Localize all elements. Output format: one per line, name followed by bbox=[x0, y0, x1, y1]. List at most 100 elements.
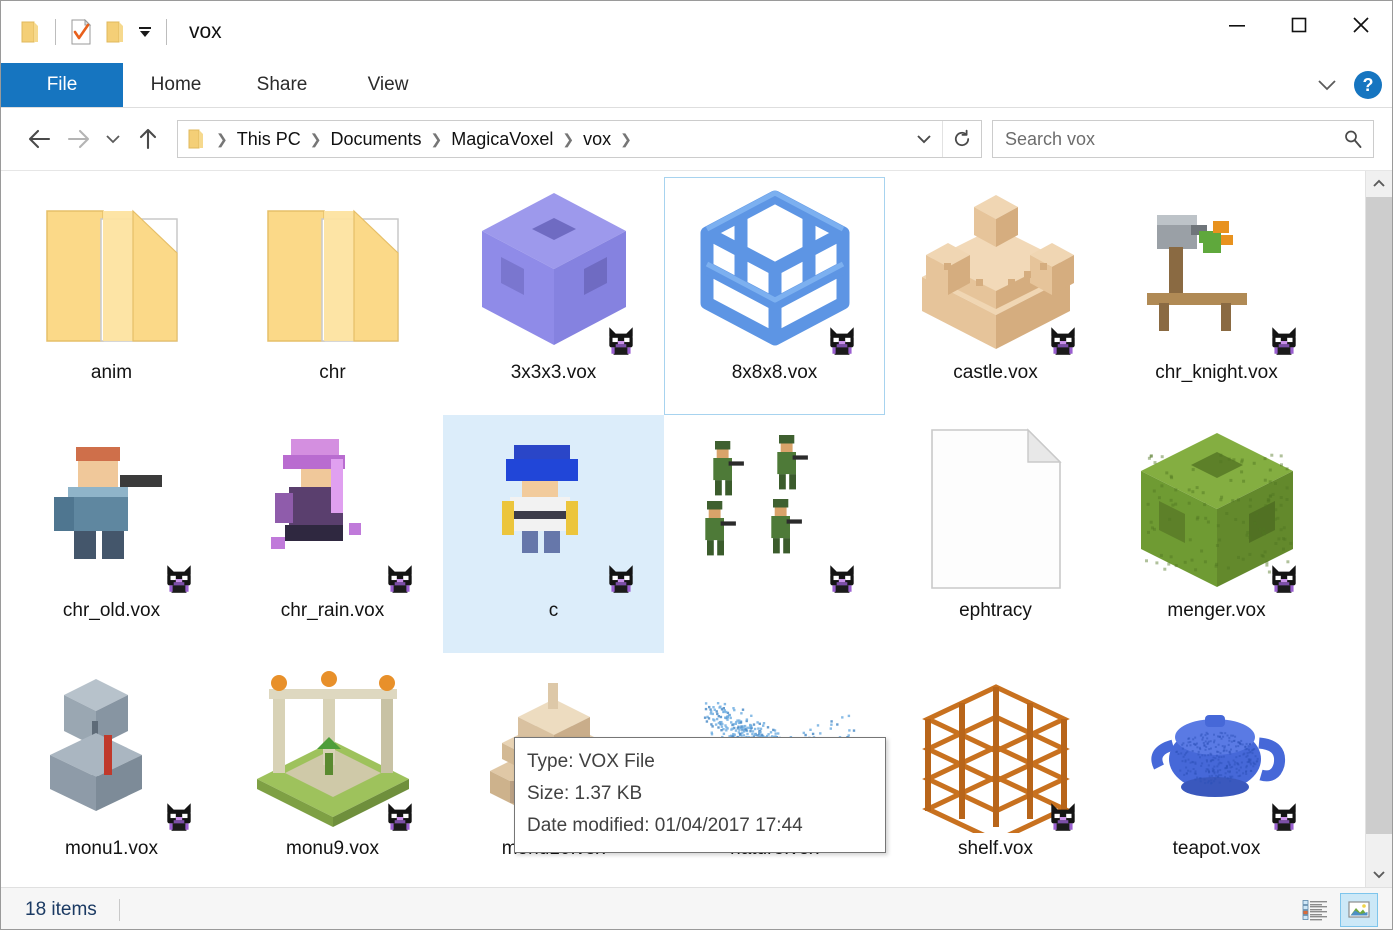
file-item[interactable]: chr_knight.vox bbox=[1106, 177, 1327, 415]
address-bar: ❯ This PC ❯ Documents ❯ MagicaVoxel ❯ vo… bbox=[1, 108, 1392, 170]
tab-share[interactable]: Share bbox=[229, 63, 335, 107]
file-item[interactable] bbox=[664, 415, 885, 653]
breadcrumb-chevron-icon-0[interactable]: ❯ bbox=[212, 132, 232, 146]
breadcrumb-item-0[interactable]: This PC bbox=[232, 129, 306, 150]
tooltip-date: Date modified: 01/04/2017 17:44 bbox=[527, 810, 875, 842]
cat-overlay-icon bbox=[1046, 800, 1080, 834]
view-mode-buttons bbox=[1296, 888, 1378, 930]
search-box[interactable] bbox=[992, 120, 1374, 158]
file-name-label: shelf.vox bbox=[958, 838, 1033, 860]
file-item[interactable]: menger.vox bbox=[1106, 415, 1327, 653]
cat-overlay-icon bbox=[162, 800, 196, 834]
file-item[interactable]: c bbox=[443, 415, 664, 653]
status-separator bbox=[119, 899, 120, 921]
breadcrumb-item-3[interactable]: vox bbox=[578, 129, 616, 150]
file-name-label: chr_old.vox bbox=[63, 600, 160, 622]
breadcrumb-chevron-icon-1[interactable]: ❯ bbox=[306, 132, 326, 146]
cat-overlay-icon bbox=[604, 562, 638, 596]
file-name-label: c bbox=[549, 600, 559, 622]
recent-locations-chevron-down-icon[interactable] bbox=[97, 120, 129, 158]
breadcrumb-chevron-icon-3[interactable]: ❯ bbox=[558, 132, 578, 146]
cat-overlay-icon bbox=[604, 324, 638, 358]
new-folder-icon-button[interactable] bbox=[98, 15, 132, 49]
scrollbar-thumb[interactable] bbox=[1366, 197, 1392, 834]
scroll-up-arrow-icon[interactable] bbox=[1366, 171, 1392, 197]
file-item[interactable]: castle.vox bbox=[885, 177, 1106, 415]
maximize-button[interactable] bbox=[1268, 1, 1330, 49]
folder-icon bbox=[37, 191, 187, 351]
quick-access-dropdown-icon[interactable] bbox=[132, 15, 158, 49]
breadcrumb-chevron-icon-4[interactable]: ❯ bbox=[616, 132, 636, 146]
file-item[interactable]: chr_rain.vox bbox=[222, 415, 443, 653]
file-item[interactable]: teapot.vox bbox=[1106, 653, 1327, 887]
refresh-button[interactable] bbox=[942, 121, 981, 157]
file-thumbnail bbox=[464, 182, 644, 360]
properties-icon-button[interactable] bbox=[64, 15, 98, 49]
file-name-label: chr_knight.vox bbox=[1155, 362, 1278, 384]
cat-overlay-icon bbox=[383, 800, 417, 834]
search-icon[interactable] bbox=[1333, 121, 1373, 157]
blank-file-icon bbox=[928, 426, 1064, 592]
file-thumbnail bbox=[243, 658, 423, 836]
file-item[interactable]: shelf.vox bbox=[885, 653, 1106, 887]
breadcrumb-item-1[interactable]: Documents bbox=[325, 129, 426, 150]
file-item[interactable]: monu1.vox bbox=[1, 653, 222, 887]
minimize-button[interactable] bbox=[1206, 1, 1268, 49]
large-icons-view-button[interactable] bbox=[1340, 893, 1378, 927]
cat-overlay-icon bbox=[162, 562, 196, 596]
tab-home[interactable]: Home bbox=[123, 63, 229, 107]
file-name-label: ephtracy bbox=[959, 600, 1032, 622]
search-input[interactable] bbox=[993, 129, 1333, 150]
tab-file[interactable]: File bbox=[1, 63, 123, 107]
file-name-label: chr_rain.vox bbox=[281, 600, 385, 622]
scrollbar-track[interactable] bbox=[1366, 197, 1392, 861]
file-item[interactable]: 3x3x3.vox bbox=[443, 177, 664, 415]
file-name-label: teapot.vox bbox=[1173, 838, 1261, 860]
file-thumbnail bbox=[906, 658, 1086, 836]
back-button[interactable] bbox=[21, 120, 59, 158]
details-view-button[interactable] bbox=[1296, 893, 1334, 927]
forward-button[interactable] bbox=[59, 120, 97, 158]
up-button[interactable] bbox=[129, 120, 167, 158]
folder-item[interactable]: chr bbox=[222, 177, 443, 415]
breadcrumb-chevron-icon-2[interactable]: ❯ bbox=[427, 132, 447, 146]
breadcrumb[interactable]: ❯ This PC ❯ Documents ❯ MagicaVoxel ❯ vo… bbox=[177, 120, 982, 158]
address-dropdown-chevron-down-icon[interactable] bbox=[906, 121, 942, 157]
file-thumbnail bbox=[1127, 658, 1307, 836]
cat-overlay-icon bbox=[1267, 324, 1301, 358]
folder-item[interactable]: anim bbox=[1, 177, 222, 415]
window-controls bbox=[1206, 1, 1392, 49]
content-area: anim chr 3x3x3.vox 8x8x8.vox castle.vox … bbox=[1, 170, 1392, 887]
file-thumbnail bbox=[906, 182, 1086, 360]
file-name-label: anim bbox=[91, 362, 132, 384]
file-thumbnail bbox=[906, 420, 1086, 598]
close-button[interactable] bbox=[1330, 1, 1392, 49]
tab-view[interactable]: View bbox=[335, 63, 441, 107]
file-item[interactable]: monu9.vox bbox=[222, 653, 443, 887]
quick-access-toolbar: vox bbox=[1, 1, 222, 63]
file-item[interactable]: chr_old.vox bbox=[1, 415, 222, 653]
file-thumbnail bbox=[243, 182, 423, 360]
vertical-scrollbar[interactable] bbox=[1365, 171, 1392, 887]
file-thumbnail bbox=[685, 420, 865, 598]
cat-overlay-icon bbox=[1267, 562, 1301, 596]
folder-icon-button[interactable] bbox=[13, 15, 47, 49]
file-name-label: chr bbox=[319, 362, 345, 384]
file-name-label: menger.vox bbox=[1167, 600, 1265, 622]
scroll-down-arrow-icon[interactable] bbox=[1366, 861, 1392, 887]
file-thumbnail bbox=[464, 420, 644, 598]
expand-ribbon-chevron-down-icon[interactable] bbox=[1310, 68, 1344, 102]
breadcrumb-folder-icon bbox=[178, 128, 212, 150]
cat-overlay-icon bbox=[1267, 800, 1301, 834]
help-button[interactable]: ? bbox=[1354, 71, 1382, 99]
file-item[interactable]: ephtracy bbox=[885, 415, 1106, 653]
title-bar: vox bbox=[1, 1, 1392, 63]
breadcrumb-item-2[interactable]: MagicaVoxel bbox=[446, 129, 558, 150]
file-info-tooltip: Type: VOX File Size: 1.37 KB Date modifi… bbox=[514, 737, 886, 853]
cat-overlay-icon bbox=[1046, 324, 1080, 358]
status-bar: 18 items bbox=[1, 887, 1392, 930]
quick-access-separator bbox=[55, 19, 56, 45]
file-thumbnail bbox=[22, 182, 202, 360]
file-item[interactable]: 8x8x8.vox bbox=[664, 177, 885, 415]
file-name-label: monu9.vox bbox=[286, 838, 379, 860]
